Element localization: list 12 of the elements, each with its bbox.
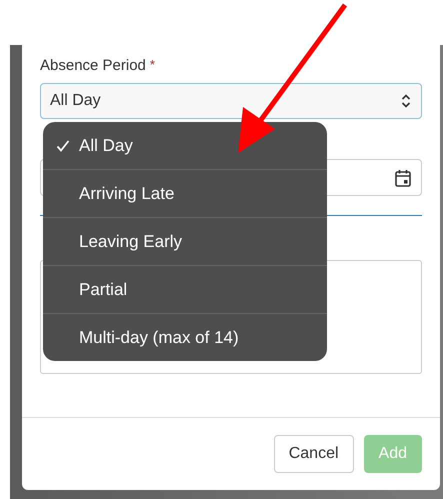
chevron-up-down-icon — [401, 94, 411, 108]
calendar-icon — [395, 168, 411, 186]
absence-period-select[interactable]: All Day — [40, 83, 422, 119]
dropdown-option[interactable]: Multi-day (max of 14) — [43, 313, 327, 361]
dropdown-option[interactable]: Arriving Late — [43, 169, 327, 217]
field-label: Absence Period — [40, 57, 146, 74]
dropdown-option[interactable]: Leaving Early — [43, 217, 327, 265]
cancel-button[interactable]: Cancel — [274, 435, 354, 473]
checkmark-icon — [56, 139, 70, 153]
dropdown-option[interactable]: Partial — [43, 265, 327, 313]
dropdown-option[interactable]: All Day — [43, 122, 327, 169]
required-mark: * — [150, 57, 155, 74]
